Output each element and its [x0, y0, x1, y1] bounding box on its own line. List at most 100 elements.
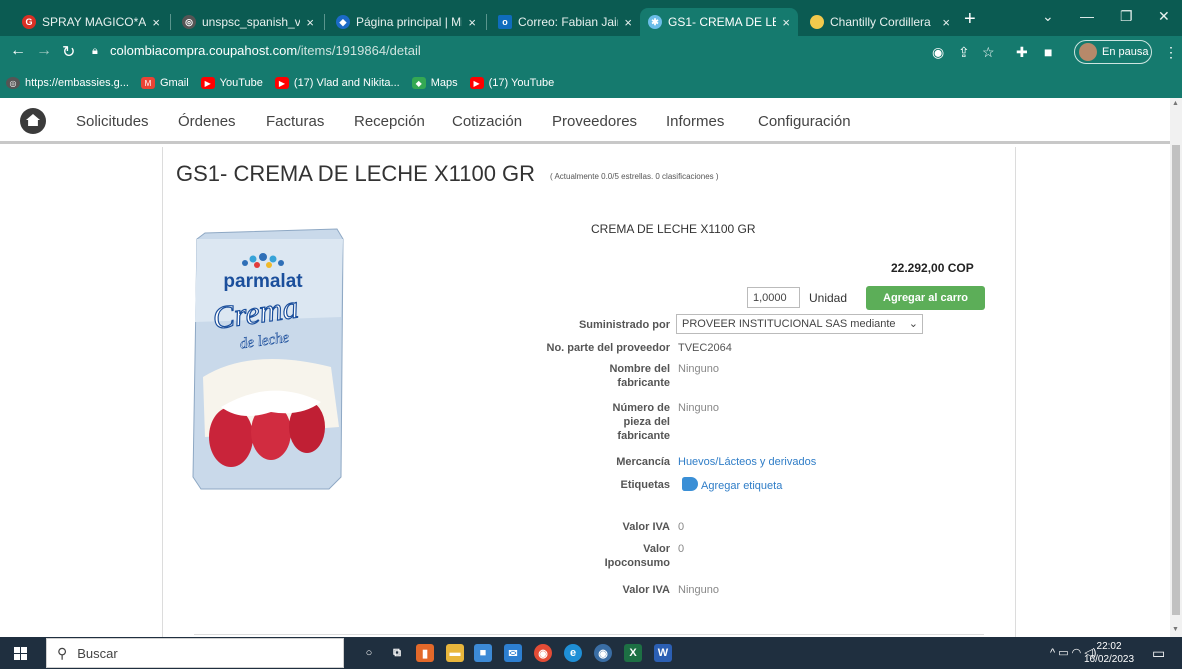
new-tab-button[interactable]: +: [964, 8, 976, 31]
tab-label: Correo: Fabian Jair Lop: [518, 15, 618, 29]
tab-search-icon[interactable]: ⌄: [1042, 8, 1054, 25]
clock[interactable]: 22:02 16/02/2023: [1084, 640, 1134, 666]
price: 22.292,00 COP: [891, 261, 974, 275]
close-icon[interactable]: ×: [942, 15, 950, 30]
sidepanel-icon[interactable]: ■: [1044, 44, 1052, 60]
bookmark-item[interactable]: ▶ (17) Vlad and Nikita...: [274, 77, 400, 89]
chrome-profile-icon[interactable]: ◉: [594, 644, 612, 662]
excel-icon[interactable]: X: [624, 644, 642, 662]
browser-tab-4[interactable]: o Correo: Fabian Jair Lop ×: [490, 8, 640, 36]
ipoconsumo-value: 0: [678, 543, 685, 555]
add-tag-link[interactable]: Agregar etiqueta: [701, 479, 782, 493]
bookmark-label: Maps: [430, 77, 458, 89]
taskbar-search[interactable]: ⚲ Buscar: [46, 638, 344, 668]
tab-label: Chantilly Cordillera: [830, 15, 931, 29]
manufacturer-name-label-1: Nombre del: [609, 363, 670, 375]
chevron-down-icon: ⌄: [908, 318, 918, 330]
word-icon[interactable]: W: [654, 644, 672, 662]
tag-icon[interactable]: [682, 477, 698, 491]
notification-icon[interactable]: ▭: [1152, 645, 1165, 662]
bookmark-item[interactable]: ◎ https://embassies.g...: [6, 77, 129, 89]
browser-tab-1[interactable]: G SPRAY MAGICO*ALIM ×: [14, 8, 168, 36]
back-icon[interactable]: ←: [10, 42, 26, 60]
chrome-icon[interactable]: ◉: [534, 644, 552, 662]
add-to-cart-button[interactable]: Agregar al carro: [866, 286, 985, 310]
nav-recepcion[interactable]: Recepción: [354, 113, 425, 130]
bookmark-label: YouTube: [219, 77, 263, 89]
globe-icon: ◎: [6, 77, 20, 89]
google-lens-icon[interactable]: ◉: [932, 44, 944, 61]
unit-label: Unidad: [809, 291, 848, 305]
divider: [194, 634, 984, 635]
nav-proveedores[interactable]: Proveedores: [552, 113, 637, 130]
cortana-icon[interactable]: ○: [360, 644, 378, 662]
nav-informes[interactable]: Informes: [666, 113, 724, 130]
browser-tab-active[interactable]: ✱ GS1- CREMA DE LECH ×: [640, 8, 798, 36]
share-icon[interactable]: ⇪: [958, 44, 970, 61]
minimize-icon[interactable]: —: [1080, 8, 1094, 24]
browser-tab-6[interactable]: Chantilly Cordillera ×: [802, 8, 958, 36]
forward-icon[interactable]: →: [36, 42, 52, 60]
app-icon[interactable]: ▮: [416, 644, 434, 662]
bookmark-item[interactable]: ◆ Maps: [411, 77, 458, 89]
nav-cotizacion[interactable]: Cotización: [452, 113, 522, 130]
bookmark-item[interactable]: ▶ (17) YouTube: [469, 77, 554, 89]
nav-configuracion[interactable]: Configuración: [758, 113, 851, 130]
bookmark-item[interactable]: M Gmail: [140, 77, 189, 89]
browser-tab-2[interactable]: ◎ unspsc_spanish_v14_0 ×: [174, 8, 322, 36]
mail-icon[interactable]: ✉: [504, 644, 522, 662]
home-icon[interactable]: [20, 108, 46, 134]
bookmark-item[interactable]: ▶ YouTube: [200, 77, 263, 89]
close-icon[interactable]: ×: [468, 15, 476, 30]
store-icon[interactable]: ■: [474, 644, 492, 662]
windows-start-icon[interactable]: [14, 647, 27, 660]
quantity-input[interactable]: [747, 287, 800, 308]
youtube-icon: ▶: [200, 77, 215, 89]
outlook-icon: o: [498, 15, 512, 29]
manufacturer-name-value: Ninguno: [678, 363, 719, 375]
nav-ordenes[interactable]: Órdenes: [178, 113, 236, 130]
tab-label: unspsc_spanish_v14_0: [202, 15, 301, 29]
profile-button[interactable]: En pausa: [1074, 40, 1152, 64]
lock-icon[interactable]: 🔒︎: [92, 45, 98, 58]
edge-icon[interactable]: e: [564, 644, 582, 662]
scroll-down-icon[interactable]: ▼: [1172, 626, 1179, 633]
task-view-icon[interactable]: ⧉: [388, 644, 406, 662]
scroll-up-icon[interactable]: ▲: [1172, 100, 1179, 107]
item-detail-panel: GS1- CREMA DE LECHE X1100 GR ( Actualmen…: [162, 147, 1016, 637]
browser-tab-bar: G SPRAY MAGICO*ALIM × ◎ unspsc_spanish_v…: [0, 0, 1182, 36]
close-window-icon[interactable]: ✕: [1158, 8, 1170, 25]
scroll-thumb[interactable]: [1172, 145, 1180, 615]
manufacturer-part-label-1: Número de: [612, 402, 670, 414]
scrollbar[interactable]: ▲ ▼: [1170, 98, 1182, 637]
menu-icon[interactable]: ⋮: [1164, 44, 1178, 61]
manufacturer-part-value: Ninguno: [678, 402, 719, 414]
google-icon: G: [22, 15, 36, 29]
commodity-link[interactable]: Huevos/Lácteos y derivados: [678, 455, 816, 469]
globe-icon: ◎: [182, 15, 196, 29]
url-field[interactable]: colombiacompra.coupahost.com/items/19198…: [110, 43, 421, 58]
reload-icon[interactable]: ↻: [62, 42, 75, 62]
nav-facturas[interactable]: Facturas: [266, 113, 324, 130]
supplier-select[interactable]: PROVEER INSTITUCIONAL SAS mediante ⌄: [676, 314, 923, 334]
maps-icon: ◆: [411, 77, 426, 89]
supplier-part-value: TVEC2064: [678, 342, 732, 354]
browser-tab-3[interactable]: ◆ Página principal | Micr ×: [328, 8, 484, 36]
close-icon[interactable]: ×: [624, 15, 632, 30]
close-icon[interactable]: ×: [306, 15, 314, 30]
extensions-icon[interactable]: ✚: [1016, 44, 1028, 61]
nav-solicitudes[interactable]: Solicitudes: [76, 113, 149, 130]
supplied-by-label: Suministrado por: [578, 319, 670, 331]
bookmark-star-icon[interactable]: ☆: [982, 44, 995, 61]
url-path: /items/1919864/detail: [297, 43, 421, 58]
manufacturer-part-label-2: pieza del: [623, 416, 670, 428]
restore-icon[interactable]: ❐: [1120, 8, 1133, 25]
gmail-icon: M: [140, 77, 155, 89]
page-title: GS1- CREMA DE LECHE X1100 GR: [176, 161, 536, 186]
microsoft-icon: ◆: [336, 15, 350, 29]
file-explorer-icon[interactable]: ▬: [446, 644, 464, 662]
supplier-part-label: No. parte del proveedor: [546, 342, 670, 354]
close-icon[interactable]: ×: [782, 15, 790, 30]
close-icon[interactable]: ×: [152, 15, 160, 30]
tab-separator: [170, 14, 171, 30]
